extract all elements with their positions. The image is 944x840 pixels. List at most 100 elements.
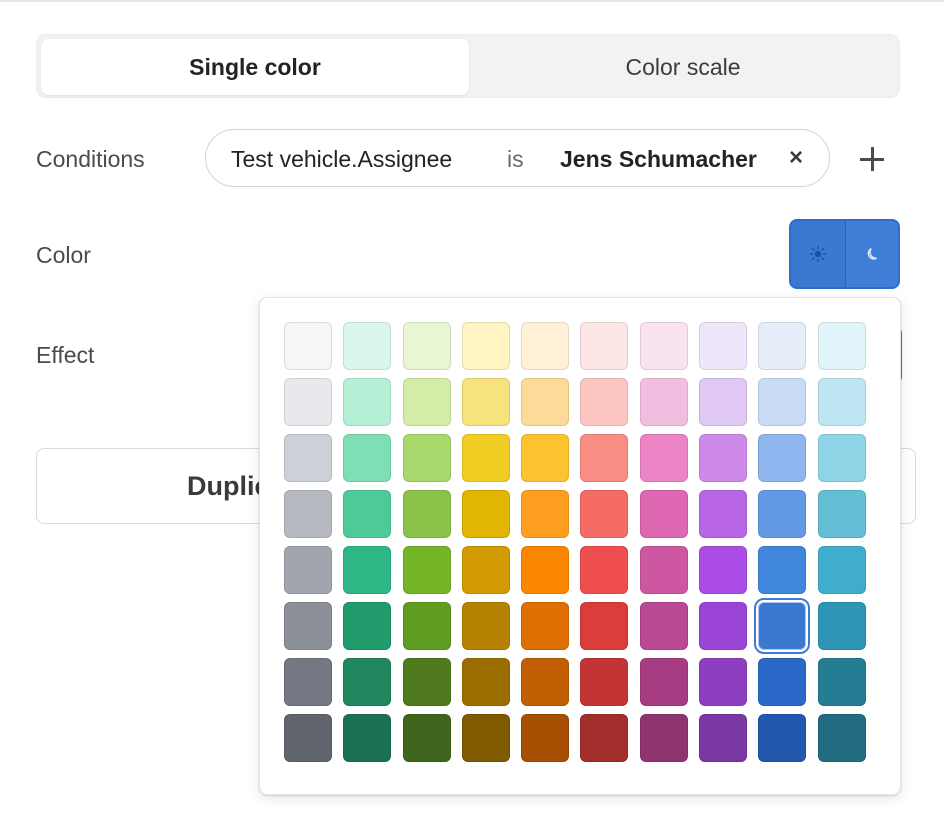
- color-swatch[interactable]: [402, 546, 451, 594]
- color-swatch[interactable]: [639, 546, 688, 594]
- color-swatch[interactable]: [639, 714, 688, 762]
- effect-label: Effect: [36, 342, 95, 368]
- color-swatch[interactable]: [639, 602, 688, 650]
- condition-operator: is: [507, 146, 524, 172]
- color-swatch[interactable]: [580, 602, 629, 650]
- color-swatch[interactable]: [461, 602, 510, 650]
- tab-single-color[interactable]: Single color: [41, 39, 469, 95]
- color-swatch[interactable]: [284, 434, 332, 482]
- color-swatch[interactable]: [521, 490, 570, 538]
- color-swatch[interactable]: [758, 322, 807, 370]
- color-swatch[interactable]: [343, 602, 392, 650]
- color-swatch[interactable]: [817, 378, 866, 426]
- color-swatch[interactable]: [343, 546, 392, 594]
- color-swatch[interactable]: [521, 602, 570, 650]
- color-swatch[interactable]: [402, 322, 451, 370]
- color-swatch[interactable]: [699, 490, 748, 538]
- color-swatch[interactable]: [521, 714, 570, 762]
- color-swatch[interactable]: [580, 546, 629, 594]
- color-swatch[interactable]: [343, 378, 392, 426]
- color-swatch[interactable]: [699, 658, 748, 706]
- condition-chip[interactable]: Test vehicle.Assignee is Jens Schumacher…: [205, 129, 830, 187]
- conditions-label: Conditions: [36, 146, 145, 172]
- sun-icon: [809, 245, 827, 263]
- color-swatch[interactable]: [817, 714, 866, 762]
- add-condition-icon[interactable]: [856, 143, 888, 175]
- color-swatch[interactable]: [461, 546, 510, 594]
- color-swatch[interactable]: [284, 322, 332, 370]
- color-label: Color: [36, 242, 91, 268]
- color-swatch[interactable]: [284, 658, 332, 706]
- remove-condition-icon[interactable]: ×: [789, 144, 803, 172]
- color-swatch[interactable]: [580, 490, 629, 538]
- color-swatch[interactable]: [402, 714, 451, 762]
- color-swatch[interactable]: [758, 490, 807, 538]
- swatch-grid: [284, 322, 866, 762]
- color-swatch[interactable]: [817, 658, 866, 706]
- color-swatch[interactable]: [461, 434, 510, 482]
- color-swatch[interactable]: [699, 434, 748, 482]
- color-swatch[interactable]: [461, 490, 510, 538]
- duplicate-label: Duplic: [187, 471, 270, 501]
- color-swatch[interactable]: [521, 322, 570, 370]
- color-swatch[interactable]: [639, 490, 688, 538]
- color-swatch[interactable]: [699, 322, 748, 370]
- moon-icon: [867, 247, 877, 260]
- color-swatch[interactable]: [817, 434, 866, 482]
- color-swatch[interactable]: [284, 378, 332, 426]
- color-swatch[interactable]: [754, 598, 811, 654]
- color-swatch[interactable]: [284, 546, 332, 594]
- color-swatch[interactable]: [580, 322, 629, 370]
- color-swatch[interactable]: [461, 714, 510, 762]
- tab-color-scale[interactable]: Color scale: [469, 39, 897, 95]
- color-swatch[interactable]: [461, 658, 510, 706]
- color-swatch[interactable]: [343, 490, 392, 538]
- color-swatch[interactable]: [758, 378, 807, 426]
- color-swatch[interactable]: [402, 434, 451, 482]
- color-swatch[interactable]: [580, 378, 629, 426]
- color-swatch[interactable]: [639, 434, 688, 482]
- color-swatch[interactable]: [699, 378, 748, 426]
- color-swatch[interactable]: [639, 658, 688, 706]
- color-swatch[interactable]: [817, 602, 866, 650]
- color-swatch[interactable]: [343, 714, 392, 762]
- color-swatch[interactable]: [402, 378, 451, 426]
- condition-value: Jens Schumacher: [560, 146, 757, 172]
- color-swatch[interactable]: [699, 546, 748, 594]
- color-swatch[interactable]: [461, 322, 510, 370]
- color-swatch[interactable]: [284, 714, 332, 762]
- color-swatch[interactable]: [461, 378, 510, 426]
- color-swatch[interactable]: [580, 434, 629, 482]
- color-swatch[interactable]: [402, 490, 451, 538]
- color-swatch[interactable]: [343, 434, 392, 482]
- color-swatch[interactable]: [521, 546, 570, 594]
- color-swatch[interactable]: [521, 658, 570, 706]
- color-swatch[interactable]: [639, 322, 688, 370]
- condition-field: Test vehicle.Assignee: [231, 146, 453, 172]
- color-swatch[interactable]: [284, 602, 332, 650]
- color-swatch[interactable]: [402, 602, 451, 650]
- color-swatch[interactable]: [521, 378, 570, 426]
- color-swatch[interactable]: [758, 714, 807, 762]
- color-swatch[interactable]: [699, 602, 748, 650]
- color-mode-switch: Single color Color scale: [36, 34, 900, 98]
- color-swatch[interactable]: [580, 658, 629, 706]
- color-swatch[interactable]: [758, 434, 807, 482]
- color-swatch[interactable]: [284, 490, 332, 538]
- color-swatch[interactable]: [817, 490, 866, 538]
- top-divider: [0, 0, 944, 2]
- color-swatch[interactable]: [639, 378, 688, 426]
- color-swatch[interactable]: [343, 658, 392, 706]
- color-swatch[interactable]: [817, 322, 866, 370]
- theme-toggle: [789, 219, 900, 289]
- color-swatch[interactable]: [758, 658, 807, 706]
- color-swatch[interactable]: [580, 714, 629, 762]
- color-swatch[interactable]: [521, 434, 570, 482]
- color-swatch[interactable]: [758, 546, 807, 594]
- color-swatch[interactable]: [343, 322, 392, 370]
- color-swatch[interactable]: [402, 658, 451, 706]
- dark-mode-button[interactable]: [846, 221, 898, 287]
- color-swatch[interactable]: [699, 714, 748, 762]
- light-mode-button[interactable]: [791, 221, 845, 287]
- color-swatch[interactable]: [817, 546, 866, 594]
